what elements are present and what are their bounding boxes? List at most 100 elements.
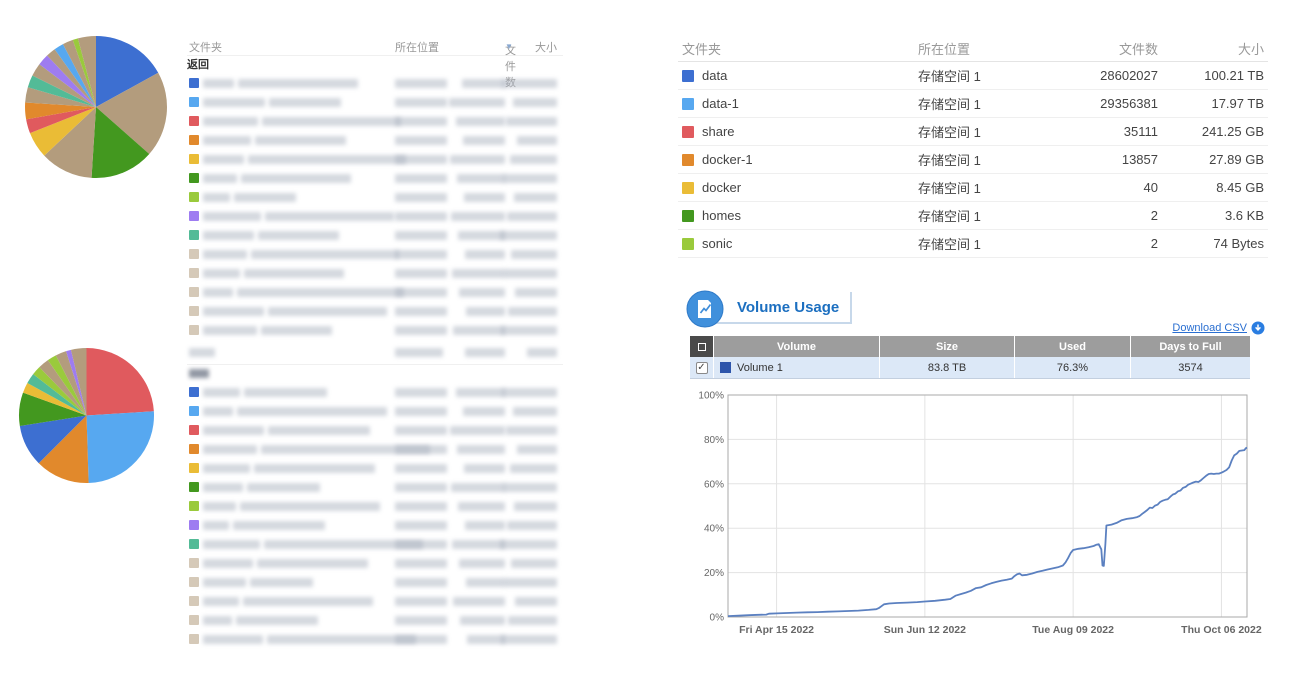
folder-row-blurred[interactable] bbox=[187, 421, 563, 440]
folder-location: 存储空间 1 bbox=[918, 66, 1048, 85]
folder-name: data bbox=[702, 68, 727, 83]
column-location: 所在位置 bbox=[395, 39, 439, 55]
folder-size: 17.97 TB bbox=[1158, 96, 1268, 111]
download-icon[interactable] bbox=[1251, 321, 1265, 335]
volume-row: ✓ Volume 1 83.8 TB 76.3% 3574 bbox=[690, 357, 1250, 378]
column-count: 文件数 bbox=[1048, 39, 1158, 58]
folder-color-chip bbox=[189, 444, 199, 454]
folder-size: 241.25 GB bbox=[1158, 124, 1268, 139]
folder-row-blurred[interactable] bbox=[187, 573, 563, 592]
folder-size: 3.6 KB bbox=[1158, 208, 1268, 223]
folder-color-chip bbox=[682, 154, 694, 166]
folder-row[interactable]: sonic存储空间 1274 Bytes bbox=[678, 230, 1268, 258]
y-tick-label: 80% bbox=[704, 435, 724, 446]
folder-row-blurred[interactable] bbox=[187, 440, 563, 459]
folder-row-blurred[interactable] bbox=[187, 188, 563, 207]
folder-row-blurred[interactable] bbox=[187, 131, 563, 150]
folder-color-chip bbox=[682, 98, 694, 110]
folder-color-chip bbox=[189, 230, 199, 240]
folder-row-blurred[interactable] bbox=[187, 321, 563, 340]
folder-color-chip bbox=[189, 78, 199, 88]
folder-size: 27.89 GB bbox=[1158, 152, 1268, 167]
column-size: 大小 bbox=[535, 39, 557, 55]
folder-table-blurred-bottom bbox=[187, 345, 563, 649]
folder-row-blurred[interactable] bbox=[187, 535, 563, 554]
folder-row-blurred[interactable] bbox=[187, 302, 563, 321]
folder-name: homes bbox=[702, 208, 741, 223]
folder-count-pie-chart bbox=[18, 347, 155, 484]
folder-row-blurred[interactable] bbox=[187, 630, 563, 649]
folder-color-chip bbox=[682, 126, 694, 138]
folder-row[interactable]: homes存储空间 123.6 KB bbox=[678, 202, 1268, 230]
folder-file-count: 40 bbox=[1048, 180, 1158, 195]
folder-row-blurred[interactable] bbox=[187, 611, 563, 630]
folder-color-chip bbox=[189, 116, 199, 126]
folder-row-blurred[interactable] bbox=[187, 459, 563, 478]
folder-location: 存储空间 1 bbox=[918, 234, 1048, 253]
folder-color-chip bbox=[189, 501, 199, 511]
volume-name: Volume 1 bbox=[737, 362, 783, 374]
folder-row-blurred[interactable] bbox=[187, 516, 563, 535]
folder-file-count: 13857 bbox=[1048, 152, 1158, 167]
pie-slice bbox=[87, 411, 155, 483]
folder-color-chip bbox=[189, 520, 199, 530]
folder-color-chip bbox=[189, 192, 199, 202]
folder-row-blurred[interactable] bbox=[187, 402, 563, 421]
x-tick-label: Tue Aug 09 2022 bbox=[1032, 624, 1114, 636]
folder-file-count: 29356381 bbox=[1048, 96, 1158, 111]
folder-row-blurred[interactable] bbox=[187, 226, 563, 245]
folder-row-blurred[interactable] bbox=[187, 497, 563, 516]
volume-days-to-full: 3574 bbox=[1131, 357, 1250, 378]
usage-line bbox=[728, 448, 1247, 616]
folder-row-blurred[interactable] bbox=[187, 74, 563, 93]
folder-row[interactable]: share存储空间 135111241.25 GB bbox=[678, 118, 1268, 146]
table-header: 文件夹 所在位置 文件数 大小 bbox=[678, 36, 1268, 62]
folder-location: 存储空间 1 bbox=[918, 178, 1048, 197]
folder-row-blurred[interactable] bbox=[187, 93, 563, 112]
folder-color-chip bbox=[682, 238, 694, 250]
folder-color-chip bbox=[189, 634, 199, 644]
folder-color-chip bbox=[189, 615, 199, 625]
folder-row-blurred[interactable] bbox=[187, 383, 563, 402]
y-tick-label: 20% bbox=[704, 568, 724, 579]
volume-checkbox[interactable]: ✓ bbox=[696, 362, 708, 374]
folder-row-blurred[interactable] bbox=[187, 554, 563, 573]
select-all-checkbox[interactable] bbox=[690, 336, 714, 357]
table-header: 文件夹 所在位置 文件数 ▼ 大小 bbox=[187, 36, 563, 56]
pie-slice bbox=[87, 348, 154, 416]
column-volume: Volume bbox=[714, 336, 880, 357]
folder-color-chip bbox=[682, 182, 694, 194]
column-folder: 文件夹 bbox=[189, 39, 222, 55]
folder-row[interactable]: docker存储空间 1408.45 GB bbox=[678, 174, 1268, 202]
folder-row[interactable]: data存储空间 128602027100.21 TB bbox=[678, 62, 1268, 90]
back-row[interactable]: 返回 bbox=[187, 56, 563, 74]
folder-row[interactable]: docker-1存储空间 11385727.89 GB bbox=[678, 146, 1268, 174]
folder-row-blurred[interactable] bbox=[187, 592, 563, 611]
folder-row[interactable]: data-1存储空间 12935638117.97 TB bbox=[678, 90, 1268, 118]
folder-row-blurred[interactable] bbox=[187, 207, 563, 226]
folder-row-blurred[interactable] bbox=[187, 169, 563, 188]
download-csv: Download CSV bbox=[1155, 321, 1265, 335]
back-row-blurred[interactable] bbox=[187, 365, 563, 383]
shared-folder-table: 文件夹 所在位置 文件数 大小 data存储空间 128602027100.21… bbox=[678, 36, 1268, 258]
volume-size: 83.8 TB bbox=[880, 357, 1015, 378]
folder-size: 100.21 TB bbox=[1158, 68, 1268, 83]
folder-row-blurred[interactable] bbox=[187, 112, 563, 131]
folder-location: 存储空间 1 bbox=[918, 206, 1048, 225]
y-tick-label: 60% bbox=[704, 479, 724, 490]
folder-color-chip bbox=[189, 173, 199, 183]
folder-row-blurred[interactable] bbox=[187, 283, 563, 302]
y-tick-label: 40% bbox=[704, 524, 724, 535]
folder-name: docker bbox=[702, 180, 741, 195]
y-tick-label: 100% bbox=[698, 391, 724, 402]
folder-row-blurred[interactable] bbox=[187, 245, 563, 264]
folder-color-chip bbox=[189, 211, 199, 221]
table-header-blurred bbox=[187, 345, 563, 365]
folder-row-blurred[interactable] bbox=[187, 478, 563, 497]
folder-row-blurred[interactable] bbox=[187, 264, 563, 283]
column-size: Size bbox=[880, 336, 1015, 357]
folder-row-blurred[interactable] bbox=[187, 150, 563, 169]
folder-color-chip bbox=[189, 406, 199, 416]
download-csv-link[interactable]: Download CSV bbox=[1172, 322, 1247, 334]
folder-color-chip bbox=[189, 539, 199, 549]
